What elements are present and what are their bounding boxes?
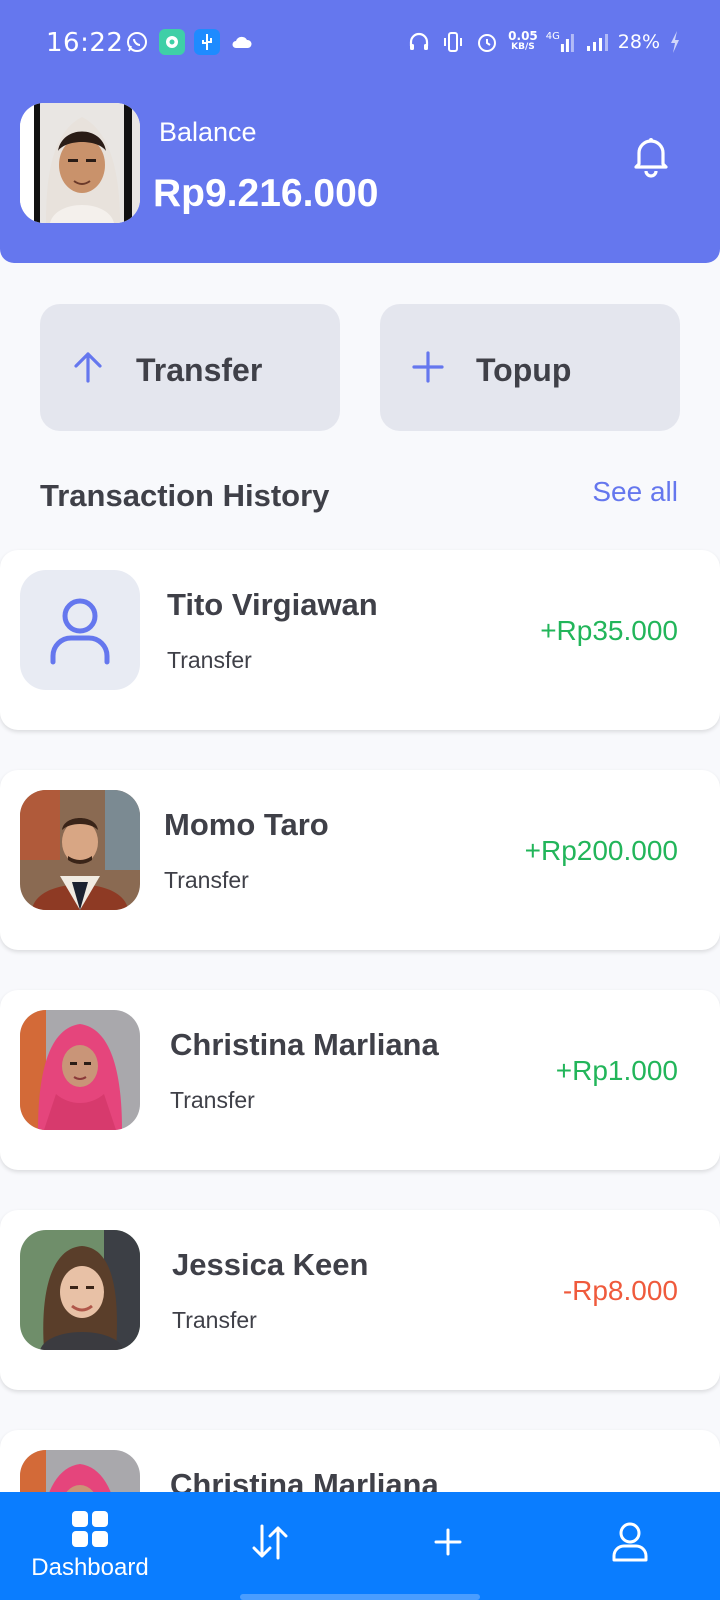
- vibrate-icon: [440, 29, 466, 55]
- transaction-item[interactable]: Christina Marliana Transfer +Rp1.000: [0, 990, 720, 1170]
- system-icons: 0.05 KB/S 4G 28%: [406, 29, 682, 55]
- nav-dashboard-label: Dashboard: [31, 1554, 149, 1581]
- bottom-navigation: Dashboard: [0, 1492, 720, 1600]
- transaction-name: Jessica Keen: [172, 1247, 369, 1282]
- transfer-label: Transfer: [136, 352, 263, 388]
- charging-icon: [668, 29, 682, 55]
- balance-label: Balance: [159, 117, 257, 147]
- user-icon: [612, 1522, 648, 1562]
- user-placeholder-icon: [20, 570, 140, 690]
- contact-avatar: [20, 790, 140, 910]
- swap-arrows-icon: [252, 1524, 288, 1560]
- alarm-icon: [474, 29, 500, 55]
- cloud-icon: [229, 29, 255, 55]
- transaction-amount: -Rp8.000: [562, 1275, 678, 1306]
- transaction-item[interactable]: Jessica Keen Transfer -Rp8.000: [0, 1210, 720, 1390]
- contact-avatar: [20, 1010, 140, 1130]
- user-avatar[interactable]: [20, 103, 140, 223]
- transaction-name: Christina Marliana: [170, 1027, 439, 1062]
- transaction-item[interactable]: Momo Taro Transfer +Rp200.000: [0, 770, 720, 950]
- signal-4g-icon: 4G: [546, 29, 576, 55]
- transaction-type: Transfer: [167, 647, 252, 673]
- transaction-amount: +Rp200.000: [524, 835, 678, 866]
- status-bar: 16:22 0.05 KB/S 4G 28%: [0, 0, 720, 88]
- battery-level: 28%: [617, 31, 660, 53]
- nav-transfer[interactable]: [230, 1492, 310, 1600]
- nav-topup[interactable]: [408, 1492, 488, 1600]
- usb-icon: [194, 29, 220, 55]
- plus-icon: [408, 347, 448, 387]
- transaction-name: Momo Taro: [164, 807, 329, 842]
- status-time: 16:22: [46, 28, 124, 58]
- contact-avatar: [20, 1230, 140, 1350]
- transaction-history-title: Transaction History: [40, 478, 330, 513]
- transaction-amount: +Rp1.000: [555, 1055, 678, 1086]
- plus-icon: [434, 1528, 462, 1556]
- transaction-type: Transfer: [170, 1087, 255, 1113]
- transaction-item[interactable]: Tito Virgiawan Transfer +Rp35.000: [0, 550, 720, 730]
- transfer-button[interactable]: Transfer: [40, 304, 340, 431]
- transaction-name: Tito Virgiawan: [167, 587, 378, 622]
- nav-profile[interactable]: [590, 1492, 670, 1600]
- see-all-link[interactable]: See all: [592, 476, 678, 508]
- topup-button[interactable]: Topup: [380, 304, 680, 431]
- home-indicator: [240, 1594, 480, 1600]
- chat-app-icon: [159, 29, 185, 55]
- header: 16:22 0.05 KB/S 4G 28% Balance Rp9.216.0…: [0, 0, 720, 263]
- headphones-icon: [406, 29, 432, 55]
- topup-label: Topup: [476, 352, 572, 388]
- balance-value: Rp9.216.000: [153, 172, 379, 215]
- nav-dashboard[interactable]: Dashboard: [30, 1492, 150, 1600]
- dashboard-grid-icon: [72, 1511, 108, 1547]
- notification-icons: [124, 29, 255, 55]
- transaction-amount: +Rp35.000: [540, 615, 678, 646]
- net-speed: 0.05 KB/S: [508, 29, 538, 52]
- transaction-type: Transfer: [164, 867, 249, 893]
- arrow-up-icon: [68, 347, 108, 387]
- whatsapp-icon: [124, 29, 150, 55]
- signal-icon: [584, 29, 610, 55]
- transaction-type: Transfer: [172, 1307, 257, 1333]
- notification-bell-icon[interactable]: [628, 132, 674, 178]
